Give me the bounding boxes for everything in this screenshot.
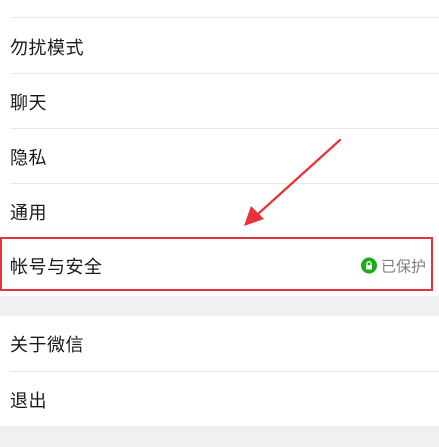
settings-item-logout[interactable]: 退出: [0, 372, 439, 427]
settings-item-do-not-disturb[interactable]: 勿扰模式: [0, 19, 439, 74]
settings-item-label: 勿扰模式: [10, 37, 84, 59]
settings-group-secondary: 关于微信 退出: [0, 316, 439, 426]
settings-item-label: 隐私: [10, 147, 47, 169]
status-text: 已保护: [380, 257, 426, 275]
settings-item-label: 帐号与安全: [10, 256, 103, 278]
divider: [10, 17, 439, 18]
settings-item-label: 关于微信: [10, 334, 84, 356]
protection-status: 已保护: [360, 255, 426, 276]
settings-item-label: 退出: [10, 390, 47, 412]
settings-item-chat[interactable]: 聊天: [0, 74, 439, 129]
lock-icon: [360, 257, 377, 274]
settings-item-privacy[interactable]: 隐私: [0, 129, 439, 184]
settings-item-label: 通用: [10, 202, 47, 224]
settings-item-about[interactable]: 关于微信: [0, 316, 439, 371]
settings-group-main: 勿扰模式 聊天 隐私 通用 帐号与安全 已保护: [0, 0, 439, 296]
settings-item-label: 聊天: [10, 92, 47, 114]
settings-item-general[interactable]: 通用: [0, 184, 439, 239]
settings-item-account-security[interactable]: 帐号与安全 已保护: [0, 238, 439, 293]
